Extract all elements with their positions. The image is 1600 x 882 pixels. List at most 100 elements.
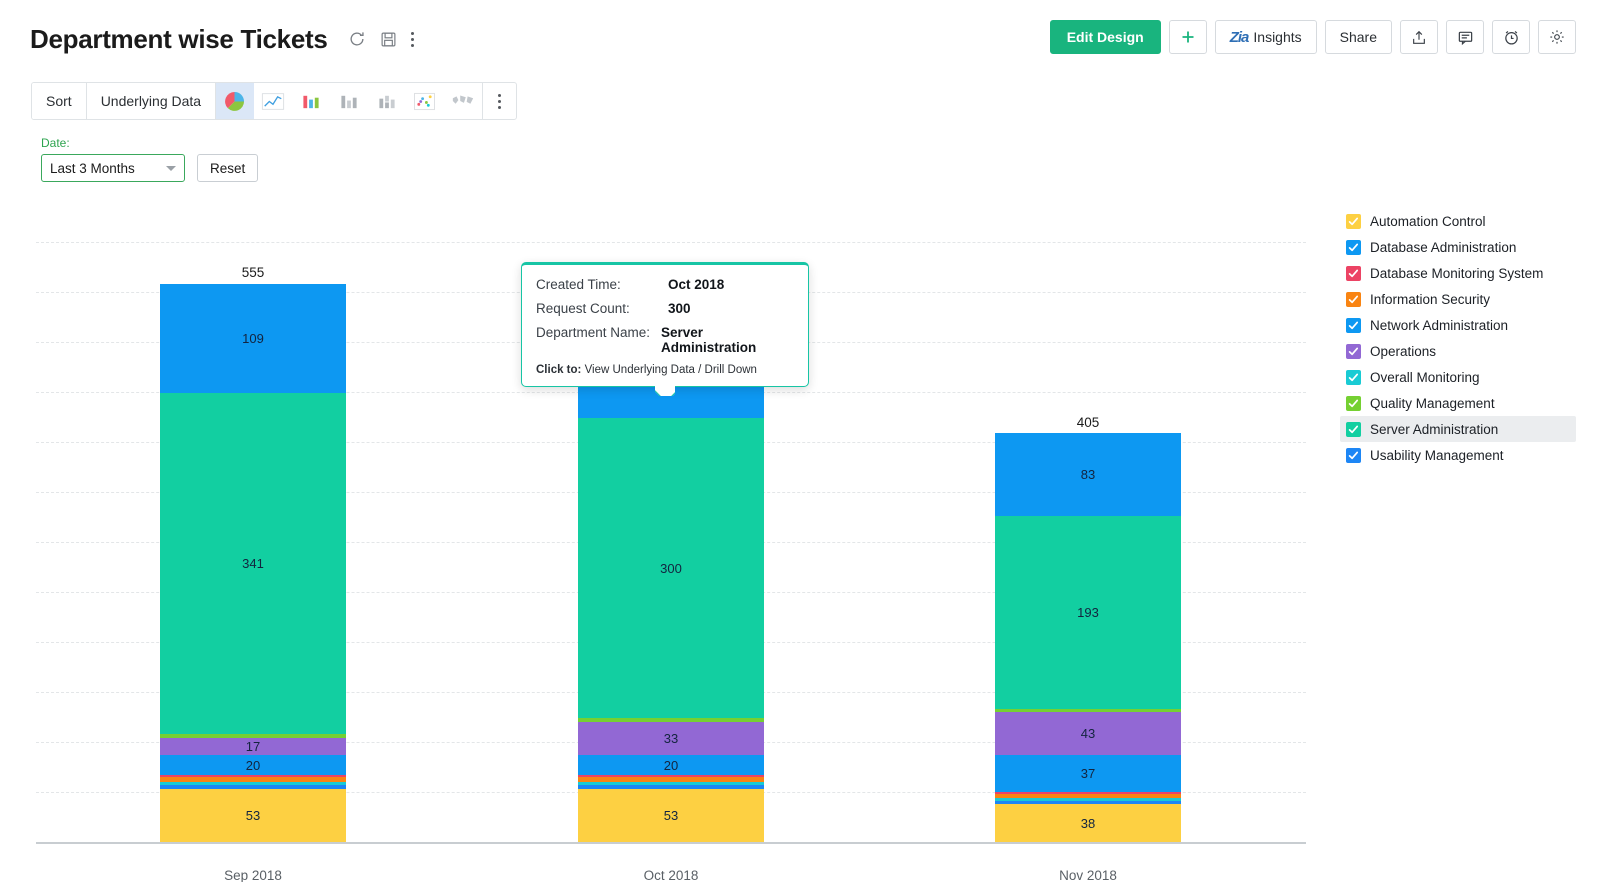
date-filter-label: Date: <box>41 136 258 150</box>
legend-item[interactable]: Database Administration <box>1340 234 1576 260</box>
bar-total-label: 555 <box>160 265 346 280</box>
legend-item[interactable]: Information Security <box>1340 286 1576 312</box>
stacked-bar-chart-icon[interactable] <box>368 83 406 119</box>
legend-item[interactable]: Automation Control <box>1340 208 1576 234</box>
save-icon[interactable] <box>380 31 397 48</box>
tooltip-row: Department Name: Server Administration <box>536 325 794 355</box>
page-title: Department wise Tickets <box>30 24 328 55</box>
bar-segment[interactable]: 341 <box>160 393 346 734</box>
bar-total-label: 405 <box>995 415 1181 430</box>
legend-checkbox[interactable] <box>1346 240 1361 255</box>
bar-segment[interactable]: 33 <box>578 722 764 755</box>
legend-checkbox[interactable] <box>1346 344 1361 359</box>
insights-button[interactable]: Zia Insights <box>1215 20 1317 54</box>
legend-item[interactable]: Operations <box>1340 338 1576 364</box>
bar-segment[interactable] <box>160 782 346 785</box>
bar-segment[interactable] <box>160 734 346 738</box>
alarm-icon[interactable] <box>1492 20 1530 54</box>
bar-segment[interactable] <box>995 794 1181 798</box>
bar-chart-icon[interactable] <box>292 83 330 119</box>
reset-button[interactable]: Reset <box>197 154 258 182</box>
legend-item[interactable]: Database Monitoring System <box>1340 260 1576 286</box>
legend-checkbox[interactable] <box>1346 396 1361 411</box>
bar-segment[interactable]: 37 <box>995 755 1181 792</box>
export-icon[interactable] <box>1400 20 1438 54</box>
bar-segment[interactable]: 53 <box>160 789 346 842</box>
legend-checkbox[interactable] <box>1346 422 1361 437</box>
pie-chart-icon[interactable] <box>216 83 254 119</box>
bar-segment[interactable]: 43 <box>995 712 1181 755</box>
check-icon <box>1347 241 1360 254</box>
legend-checkbox[interactable] <box>1346 370 1361 385</box>
scatter-chart-icon[interactable] <box>406 83 444 119</box>
check-icon <box>1347 293 1360 306</box>
check-icon <box>1347 371 1360 384</box>
legend-item[interactable]: Network Administration <box>1340 312 1576 338</box>
tooltip-key: Created Time: <box>536 277 668 292</box>
x-axis-label: Oct 2018 <box>578 868 764 882</box>
bar-segment[interactable] <box>995 792 1181 794</box>
map-chart-icon[interactable] <box>444 83 482 119</box>
legend-checkbox[interactable] <box>1346 214 1361 229</box>
sort-button[interactable]: Sort <box>32 83 87 119</box>
gear-icon[interactable] <box>1538 20 1576 54</box>
title-area: Department wise Tickets <box>30 24 414 55</box>
bar-segment[interactable] <box>995 709 1181 712</box>
add-button[interactable] <box>1169 20 1207 54</box>
bar-segment[interactable] <box>160 775 346 777</box>
legend-checkbox[interactable] <box>1346 448 1361 463</box>
underlying-data-button[interactable]: Underlying Data <box>87 83 216 119</box>
bar-segment[interactable] <box>578 775 764 777</box>
stacked-bar-sep-2018[interactable]: 53 2017 341109 <box>160 287 346 842</box>
legend-item[interactable]: Quality Management <box>1340 390 1576 416</box>
x-axis-line <box>36 842 1306 844</box>
bar-segment[interactable] <box>578 782 764 785</box>
tooltip-row: Request Count: 300 <box>536 301 794 316</box>
bar-segment[interactable]: 300 <box>578 418 764 718</box>
bar-segment[interactable]: 109 <box>160 284 346 393</box>
legend-checkbox[interactable] <box>1346 318 1361 333</box>
more-vertical-icon[interactable] <box>411 32 414 47</box>
toolbar-more-button[interactable] <box>482 83 516 119</box>
edit-design-button[interactable]: Edit Design <box>1050 20 1161 54</box>
refresh-icon[interactable] <box>348 30 366 48</box>
bar-segment[interactable]: 20 <box>578 755 764 775</box>
bar-segment[interactable]: 38 <box>995 804 1181 842</box>
column-chart-icon[interactable] <box>330 83 368 119</box>
bar-segment[interactable]: 17 <box>160 738 346 755</box>
legend-checkbox[interactable] <box>1346 292 1361 307</box>
bar-segment[interactable] <box>578 777 764 782</box>
bar-segment[interactable] <box>578 718 764 722</box>
legend-checkbox[interactable] <box>1346 266 1361 281</box>
legend-item[interactable]: Usability Management <box>1340 442 1576 468</box>
bar-segment[interactable]: 83 <box>995 433 1181 516</box>
tooltip-footer-text[interactable]: View Underlying Data / Drill Down <box>585 364 757 376</box>
title-icon-group <box>348 30 414 48</box>
legend-item[interactable]: Overall Monitoring <box>1340 364 1576 390</box>
stacked-bar-nov-2018[interactable]: 38374319383 <box>995 437 1181 842</box>
legend-item[interactable]: Server Administration <box>1340 416 1576 442</box>
chart-toolbar: Sort Underlying Data <box>31 82 517 120</box>
comment-icon[interactable] <box>1446 20 1484 54</box>
bar-segment[interactable] <box>160 777 346 782</box>
chart-tooltip: Created Time: Oct 2018 Request Count: 30… <box>521 262 809 387</box>
bar-segment[interactable] <box>578 785 764 789</box>
bar-segment[interactable]: 193 <box>995 516 1181 709</box>
legend-item-label: Automation Control <box>1370 214 1486 229</box>
tooltip-arrow <box>655 386 675 396</box>
date-range-select[interactable]: Last 3 Months <box>41 154 185 182</box>
bar-segment[interactable]: 20 <box>160 755 346 775</box>
line-chart-icon[interactable] <box>254 83 292 119</box>
bar-segment[interactable] <box>995 801 1181 804</box>
chart-legend: Automation Control Database Administratio… <box>1340 208 1576 468</box>
share-button[interactable]: Share <box>1325 20 1392 54</box>
check-icon <box>1347 319 1360 332</box>
tooltip-value: 300 <box>668 301 691 316</box>
bar-segment[interactable]: 53 <box>578 789 764 842</box>
bar-segment[interactable] <box>160 785 346 789</box>
stacked-bar-oct-2018[interactable]: 53 2033 300 <box>578 322 764 842</box>
legend-item-label: Database Administration <box>1370 240 1516 255</box>
legend-item-label: Overall Monitoring <box>1370 370 1480 385</box>
check-icon <box>1347 267 1360 280</box>
bar-segment[interactable] <box>995 798 1181 801</box>
